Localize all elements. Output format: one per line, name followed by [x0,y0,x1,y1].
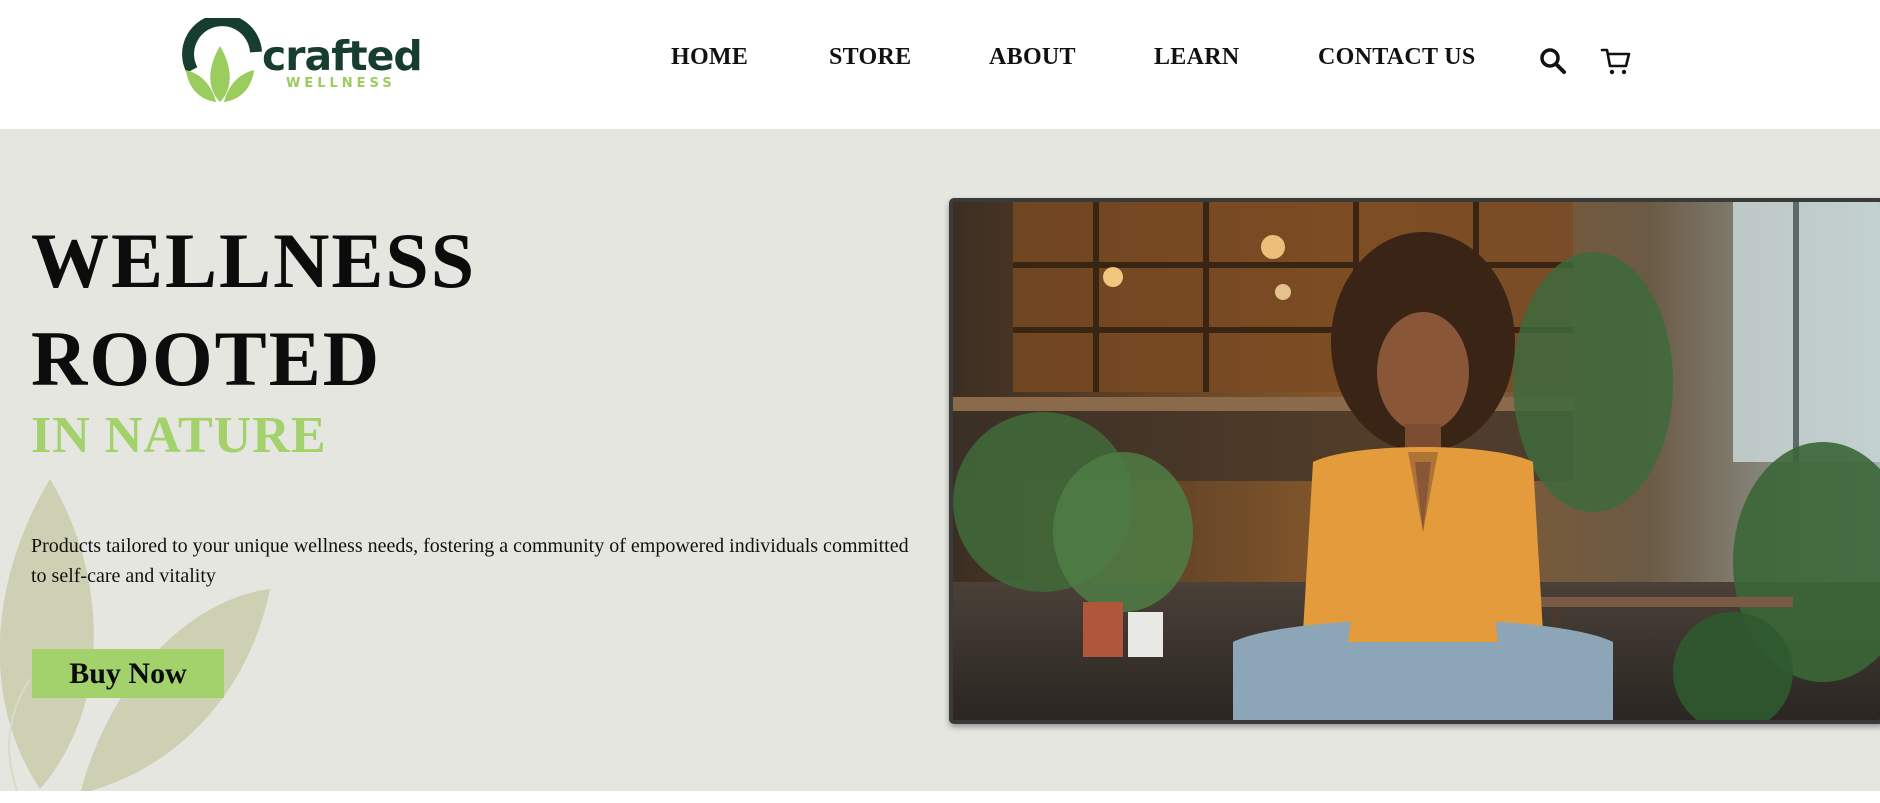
hero-image [949,198,1880,724]
logo-tagline: WELLNESS [286,76,396,91]
brand-logo[interactable]: crafted WELLNESS [182,18,423,104]
search-icon [1540,48,1566,74]
page-bottom-strip [0,791,1880,803]
hero-title-line-1: WELLNESS [31,217,477,304]
logo-wordmark: crafted [262,32,423,80]
cart-button[interactable] [1600,45,1632,77]
leaf-logo-icon [182,18,262,102]
nav-item-about[interactable]: ABOUT [989,44,1076,71]
meditation-photo-icon [953,202,1880,720]
nav-item-learn[interactable]: LEARN [1154,44,1240,71]
hero-description: Products tailored to your unique wellnes… [31,535,909,587]
site-header: crafted WELLNESS HOME STORE ABOUT LEARN … [0,0,1880,129]
cart-icon [1600,48,1631,75]
nav-item-contact-us[interactable]: CONTACT US [1318,44,1475,71]
leaf-decoration-icon [0,479,270,791]
hero-section: WELLNESS ROOTED IN NATURE Products tailo… [0,129,1880,791]
search-button[interactable] [1539,47,1567,75]
hero-title-line-2: ROOTED [31,315,382,402]
nav-item-home[interactable]: HOME [671,44,748,71]
hero-title-line-3: IN NATURE [31,407,327,464]
buy-now-button[interactable]: Buy Now [32,649,224,698]
nav-item-store[interactable]: STORE [829,44,911,71]
